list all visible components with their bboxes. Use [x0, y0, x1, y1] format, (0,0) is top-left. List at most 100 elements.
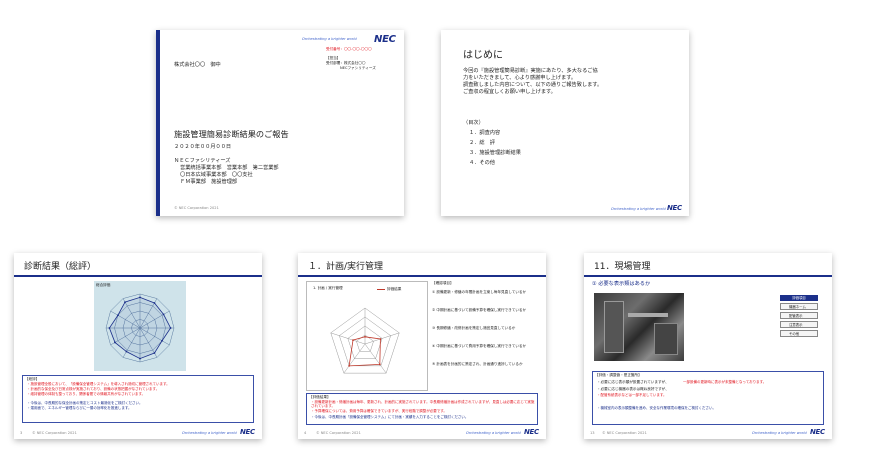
summary-title: 診断結果（総評） [24, 262, 97, 272]
evaluation-red-1: ・設備更新計画・修繕計画は毎年、更新され、計画的に実施されています。中長期修繕計… [311, 400, 535, 409]
pipe-shape [628, 313, 668, 317]
office-label: 【担当】 [326, 56, 341, 60]
radar-point-6 [153, 352, 156, 354]
radar-point-11 [117, 314, 119, 317]
copyright: © NEC Corporation 2021 [602, 431, 647, 435]
radar-point-9 [114, 341, 116, 344]
planning-chart-panel: 1. 計画 / 実行管理 評価結果 [306, 281, 428, 391]
radar-point-4 [169, 327, 172, 329]
slide-intro[interactable]: はじめに 今回の『施設管理簡易診断』実施にあたり、多大なるご協 力をいただきまし… [441, 30, 689, 216]
page-number: 3 [20, 431, 23, 435]
check-item-2: ② 中期計画に基づいて設備予算を確保し実行できているか [432, 308, 527, 312]
radar-point-12 [124, 301, 126, 303]
cover-line-3: ＦＭ事業部 施設管理部 [180, 179, 238, 185]
toc-title: （目次） [463, 120, 484, 126]
copyright: © NEC Corporation 2021 [316, 431, 361, 435]
radar-point-8 [125, 350, 128, 353]
cover-line-2: 〇日本広域事業本部 〇〇支社 [180, 172, 253, 178]
summary-titlebar: 診断結果（総評） [14, 253, 262, 277]
summary-red-1: ・施設管理全般において、「設備保全管理システム」を導入され適切に管理されています… [27, 382, 170, 386]
toc-item-1: １．調査内容 [469, 130, 501, 136]
radar-point-4 [348, 364, 351, 367]
evaluation-menu: 評価項目 機器ネーム 配管表示 注意表示 その他 [780, 295, 820, 347]
toc-item-4: ４．その他 [469, 160, 495, 166]
summary-chart-label: 総合評価 [96, 283, 111, 287]
page-number: 13 [590, 431, 595, 435]
brand-tagline: Orchestrating a brighter world [466, 431, 521, 435]
summary-chart-panel: 総合評価 [94, 281, 186, 371]
cover-line-1: 営業統括事業本部 営業本部 第二営業部 [180, 165, 279, 171]
check-item-1: ① 設備更新・修繕の年間計画を立案し毎年見直しているか [432, 290, 527, 294]
machine-room-photo [594, 293, 684, 361]
nec-logo: NEC [667, 204, 682, 212]
toc-item-2: ２．総 評 [469, 140, 495, 146]
radar-point-2 [379, 338, 382, 340]
brand-tagline: Orchestrating a brighter world [182, 431, 237, 435]
menu-item-other[interactable]: その他 [780, 330, 818, 337]
evaluation-red-2: ・予算確保については、費用予算は確保できていますが、実行段階で調整が必要です。 [311, 409, 447, 413]
slide-cover[interactable]: Orchestrating a brighter world NEC 受付番号：… [156, 30, 404, 216]
toc-item-3: ３．施設管理診断結果 [469, 150, 521, 156]
planning-chart-title: 1. 計画 / 実行管理 [313, 286, 343, 290]
radar-chart-planning [330, 307, 400, 374]
radar-point-3 [162, 313, 165, 316]
slide-summary[interactable]: 診断結果（総評） 総合評価 【総評】 ・施設管理全般において、「設備保全管理シス… [14, 253, 262, 439]
radar-point-2 [153, 302, 156, 304]
slide-site[interactable]: 11．現場管理 ① 必要な表示類はあるか 評価項目 機器ネーム 配管表示 注意表… [584, 253, 832, 439]
planning-title: １．計画/実行管理 [308, 262, 384, 272]
radar-chart-summary [105, 293, 175, 363]
radar-point-5 [161, 339, 163, 342]
planning-titlebar: １．計画/実行管理 [298, 253, 546, 277]
tank-shape [654, 323, 678, 355]
cover-company: ＮＥＣファシリティーズ [174, 158, 231, 164]
summary-blue-2: ・運用面で、エネルギー管理ならびに一層の効率化を推進します。 [27, 406, 132, 410]
intro-body-2: 力をいただきまして、心より感謝申し上げます。 [463, 75, 577, 81]
evaluation-box: 【評価結果】 ・設備更新計画・修繕計画は毎年、更新され、計画的に実施されています… [306, 393, 538, 425]
checks-title: 【確認項目】 [432, 281, 454, 285]
intro-body-1: 今回の『施設管理簡易診断』実施にあたり、多大なるご協 [463, 68, 598, 74]
menu-item-nameplate[interactable]: 機器ネーム [780, 303, 818, 310]
radar-point-1 [139, 296, 141, 299]
nec-logo: NEC [810, 428, 825, 436]
report-number: 受付番号：〇〇-〇〇-〇〇〇 [326, 47, 372, 51]
site-title: 11．現場管理 [594, 262, 651, 272]
summary-red-3: ・維持管理の体制も整っており、関係者間での情報共有がなされています。 [27, 392, 146, 396]
evaluation-blue-1: ・今後は、中長期計画「設備保全管理システム」にて計画・実績を入力することをご検討… [311, 415, 469, 419]
pump-shape [604, 301, 624, 353]
site-eval-black-1: ・必要に応じ表示類が設置されていますが、 [597, 380, 669, 384]
check-item-4: ④ 中期計画に基づいて費用予算を確保し実行できているか [432, 344, 527, 348]
slide-planning[interactable]: １．計画/実行管理 1. 計画 / 実行管理 評価結果 【確認項目】 ① 設備更… [298, 253, 546, 439]
site-eval-red-1: 一部設備の更新時に表示が未整備となっております。 [683, 380, 767, 384]
radar-point-10 [108, 327, 111, 329]
menu-item-caution[interactable]: 注意表示 [780, 321, 818, 328]
site-eval-box: 【評価・調整値・是正箇所】 ・必要に応じ表示類が設置されていますが、 一部設備の… [592, 371, 824, 425]
intro-title: はじめに [463, 50, 503, 61]
radar-series-1 [108, 296, 172, 360]
office-value: 受付部署：株式会社〇〇 [326, 61, 366, 65]
site-eval-red-2: ・配管系統表示などは一部不足しています。 [597, 393, 667, 397]
radar-point-1 [364, 335, 366, 338]
intro-body-4: ご査収の程宜しくお願い申し上げます。 [463, 89, 556, 95]
site-eval-blue-1: ・機械室内の表示類整備を進め、安全な作業環境の確保をご検討ください。 [597, 406, 716, 410]
legend-label: 評価結果 [387, 287, 402, 291]
radar-point-7 [139, 357, 141, 360]
nec-logo: NEC [524, 428, 539, 436]
menu-item-pipe-label[interactable]: 配管表示 [780, 312, 818, 319]
cover-title: 施設管理簡易診断結果のご報告 [174, 129, 289, 139]
summary-box-label: 【総評】 [25, 377, 40, 381]
nec-logo: NEC [240, 428, 255, 436]
brand-tagline: Orchestrating a brighter world [302, 37, 357, 41]
legend-swatch [377, 289, 385, 290]
site-eval-label: 【評価・調整値・是正箇所】 [595, 373, 642, 377]
site-titlebar: 11．現場管理 [584, 253, 832, 277]
brand-tagline: Orchestrating a brighter world [752, 431, 807, 435]
page-number: 4 [304, 431, 307, 435]
brand-tagline: Orchestrating a brighter world [611, 207, 666, 211]
check-item-5: ⑤ 計画表を計画的に策定され、計画通り進捗しているか [432, 362, 523, 366]
summary-blue-1: ・今後は、中長期的な保全計画の策定とコスト最適化をご検討ください。 [27, 401, 143, 405]
cover-accent-bar [156, 30, 160, 216]
cover-date: ２０２０年００月００日 [174, 144, 232, 150]
menu-title: 評価項目 [780, 295, 818, 301]
radar-point-3 [378, 363, 381, 366]
intro-body-3: 調査致しました内容について、以下の通りご報告致します。 [463, 82, 603, 88]
